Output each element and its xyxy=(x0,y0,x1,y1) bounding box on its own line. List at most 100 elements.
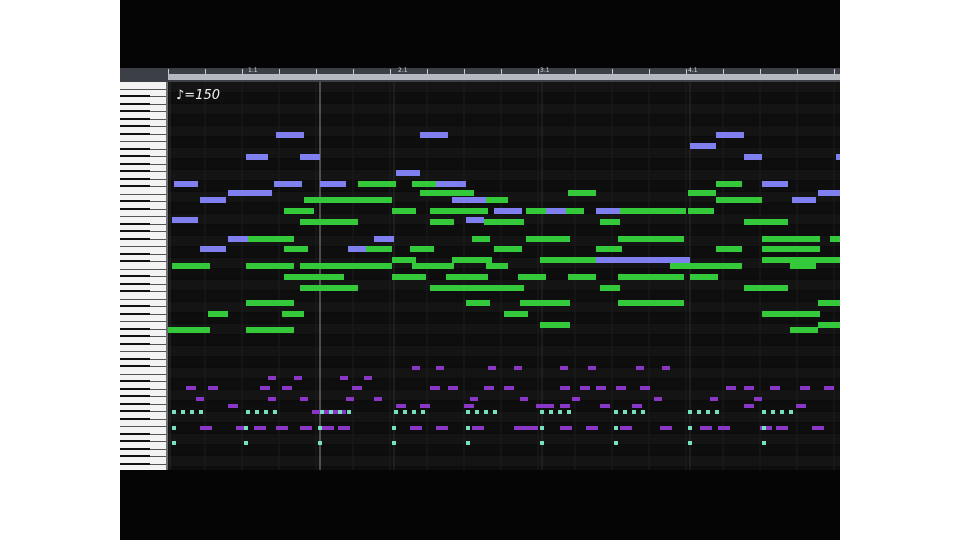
chord-note[interactable] xyxy=(246,327,294,333)
drum-note[interactable] xyxy=(688,441,692,445)
drum-note[interactable] xyxy=(771,410,775,414)
chord-note[interactable] xyxy=(484,219,524,225)
piano-white-key[interactable] xyxy=(120,367,166,375)
chord-note[interactable] xyxy=(790,327,818,333)
melody-note[interactable] xyxy=(744,154,762,160)
melody-note[interactable] xyxy=(246,154,268,160)
drum-note[interactable] xyxy=(466,441,470,445)
note-grid[interactable] xyxy=(168,82,840,470)
drum-note[interactable] xyxy=(540,426,544,430)
chord-note[interactable] xyxy=(300,263,392,269)
melody-note[interactable] xyxy=(274,181,302,187)
chord-note[interactable] xyxy=(618,300,684,306)
melody-note[interactable] xyxy=(596,257,690,263)
drum-note[interactable] xyxy=(484,410,488,414)
drum-note[interactable] xyxy=(181,410,185,414)
chord-note[interactable] xyxy=(392,208,416,214)
drum-note[interactable] xyxy=(347,410,351,414)
chord-note[interactable] xyxy=(284,274,304,280)
timeline-scroll-bar[interactable] xyxy=(168,74,840,80)
piano-white-key[interactable] xyxy=(120,292,166,300)
drum-note[interactable] xyxy=(789,410,793,414)
drum-note[interactable] xyxy=(623,410,627,414)
chord-note[interactable] xyxy=(688,190,716,196)
drum-note[interactable] xyxy=(688,426,692,430)
bass-note[interactable] xyxy=(744,404,754,408)
bass-note[interactable] xyxy=(580,386,590,390)
melody-note[interactable] xyxy=(172,217,198,223)
melody-note[interactable] xyxy=(436,181,466,187)
melody-note[interactable] xyxy=(228,236,248,242)
piano-white-key[interactable] xyxy=(120,314,166,322)
bass-note[interactable] xyxy=(660,426,672,430)
bass-note[interactable] xyxy=(710,397,718,401)
melody-note[interactable] xyxy=(200,197,226,203)
chord-note[interactable] xyxy=(526,236,570,242)
bass-note[interactable] xyxy=(824,386,834,390)
melody-note[interactable] xyxy=(494,208,522,214)
bass-note[interactable] xyxy=(484,386,494,390)
piano-white-key[interactable] xyxy=(120,344,166,352)
drum-note[interactable] xyxy=(614,426,618,430)
bass-note[interactable] xyxy=(448,386,458,390)
drum-note[interactable] xyxy=(255,410,259,414)
melody-note[interactable] xyxy=(818,190,840,196)
drum-note[interactable] xyxy=(273,410,277,414)
drum-note[interactable] xyxy=(392,426,396,430)
melody-note[interactable] xyxy=(762,181,788,187)
drum-note[interactable] xyxy=(244,426,248,430)
drum-note[interactable] xyxy=(264,410,268,414)
chord-note[interactable] xyxy=(762,311,820,317)
drum-note[interactable] xyxy=(706,410,710,414)
chord-note[interactable] xyxy=(568,190,596,196)
bass-note[interactable] xyxy=(800,386,810,390)
bass-note[interactable] xyxy=(796,404,806,408)
chord-note[interactable] xyxy=(494,246,522,252)
bass-note[interactable] xyxy=(560,366,568,370)
bass-note[interactable] xyxy=(744,386,754,390)
bass-note[interactable] xyxy=(640,386,650,390)
melody-note[interactable] xyxy=(836,154,840,160)
bass-note[interactable] xyxy=(636,366,644,370)
bass-note[interactable] xyxy=(208,386,218,390)
melody-note[interactable] xyxy=(348,246,366,252)
drum-note[interactable] xyxy=(466,426,470,430)
drum-note[interactable] xyxy=(172,410,176,414)
bass-note[interactable] xyxy=(300,397,308,401)
drum-note[interactable] xyxy=(688,410,692,414)
bass-note[interactable] xyxy=(396,404,406,408)
piano-keyboard[interactable] xyxy=(120,82,166,470)
chord-note[interactable] xyxy=(246,263,294,269)
bass-note[interactable] xyxy=(586,426,598,430)
chord-note[interactable] xyxy=(430,208,488,214)
chord-note[interactable] xyxy=(818,257,840,263)
bass-note[interactable] xyxy=(420,404,430,408)
melody-note[interactable] xyxy=(690,143,716,149)
chord-note[interactable] xyxy=(466,300,490,306)
drum-note[interactable] xyxy=(403,410,407,414)
drum-note[interactable] xyxy=(338,410,342,414)
drum-note[interactable] xyxy=(493,410,497,414)
chord-note[interactable] xyxy=(744,219,762,225)
chord-note[interactable] xyxy=(410,246,434,252)
drum-note[interactable] xyxy=(392,441,396,445)
bass-note[interactable] xyxy=(560,404,570,408)
chord-note[interactable] xyxy=(762,285,788,291)
bass-note[interactable] xyxy=(268,376,276,380)
bass-note[interactable] xyxy=(560,386,570,390)
melody-note[interactable] xyxy=(466,217,484,223)
bass-note[interactable] xyxy=(374,397,382,401)
chord-note[interactable] xyxy=(762,257,820,263)
bass-note[interactable] xyxy=(620,426,632,430)
melody-note[interactable] xyxy=(300,154,320,160)
piano-white-key[interactable] xyxy=(120,262,166,270)
drum-note[interactable] xyxy=(762,441,766,445)
chord-note[interactable] xyxy=(818,322,840,328)
bass-note[interactable] xyxy=(340,376,348,380)
chord-note[interactable] xyxy=(744,285,762,291)
bass-note[interactable] xyxy=(412,366,420,370)
melody-note[interactable] xyxy=(792,197,816,203)
chord-note[interactable] xyxy=(716,263,742,269)
chord-note[interactable] xyxy=(600,219,620,225)
chord-note[interactable] xyxy=(300,285,358,291)
